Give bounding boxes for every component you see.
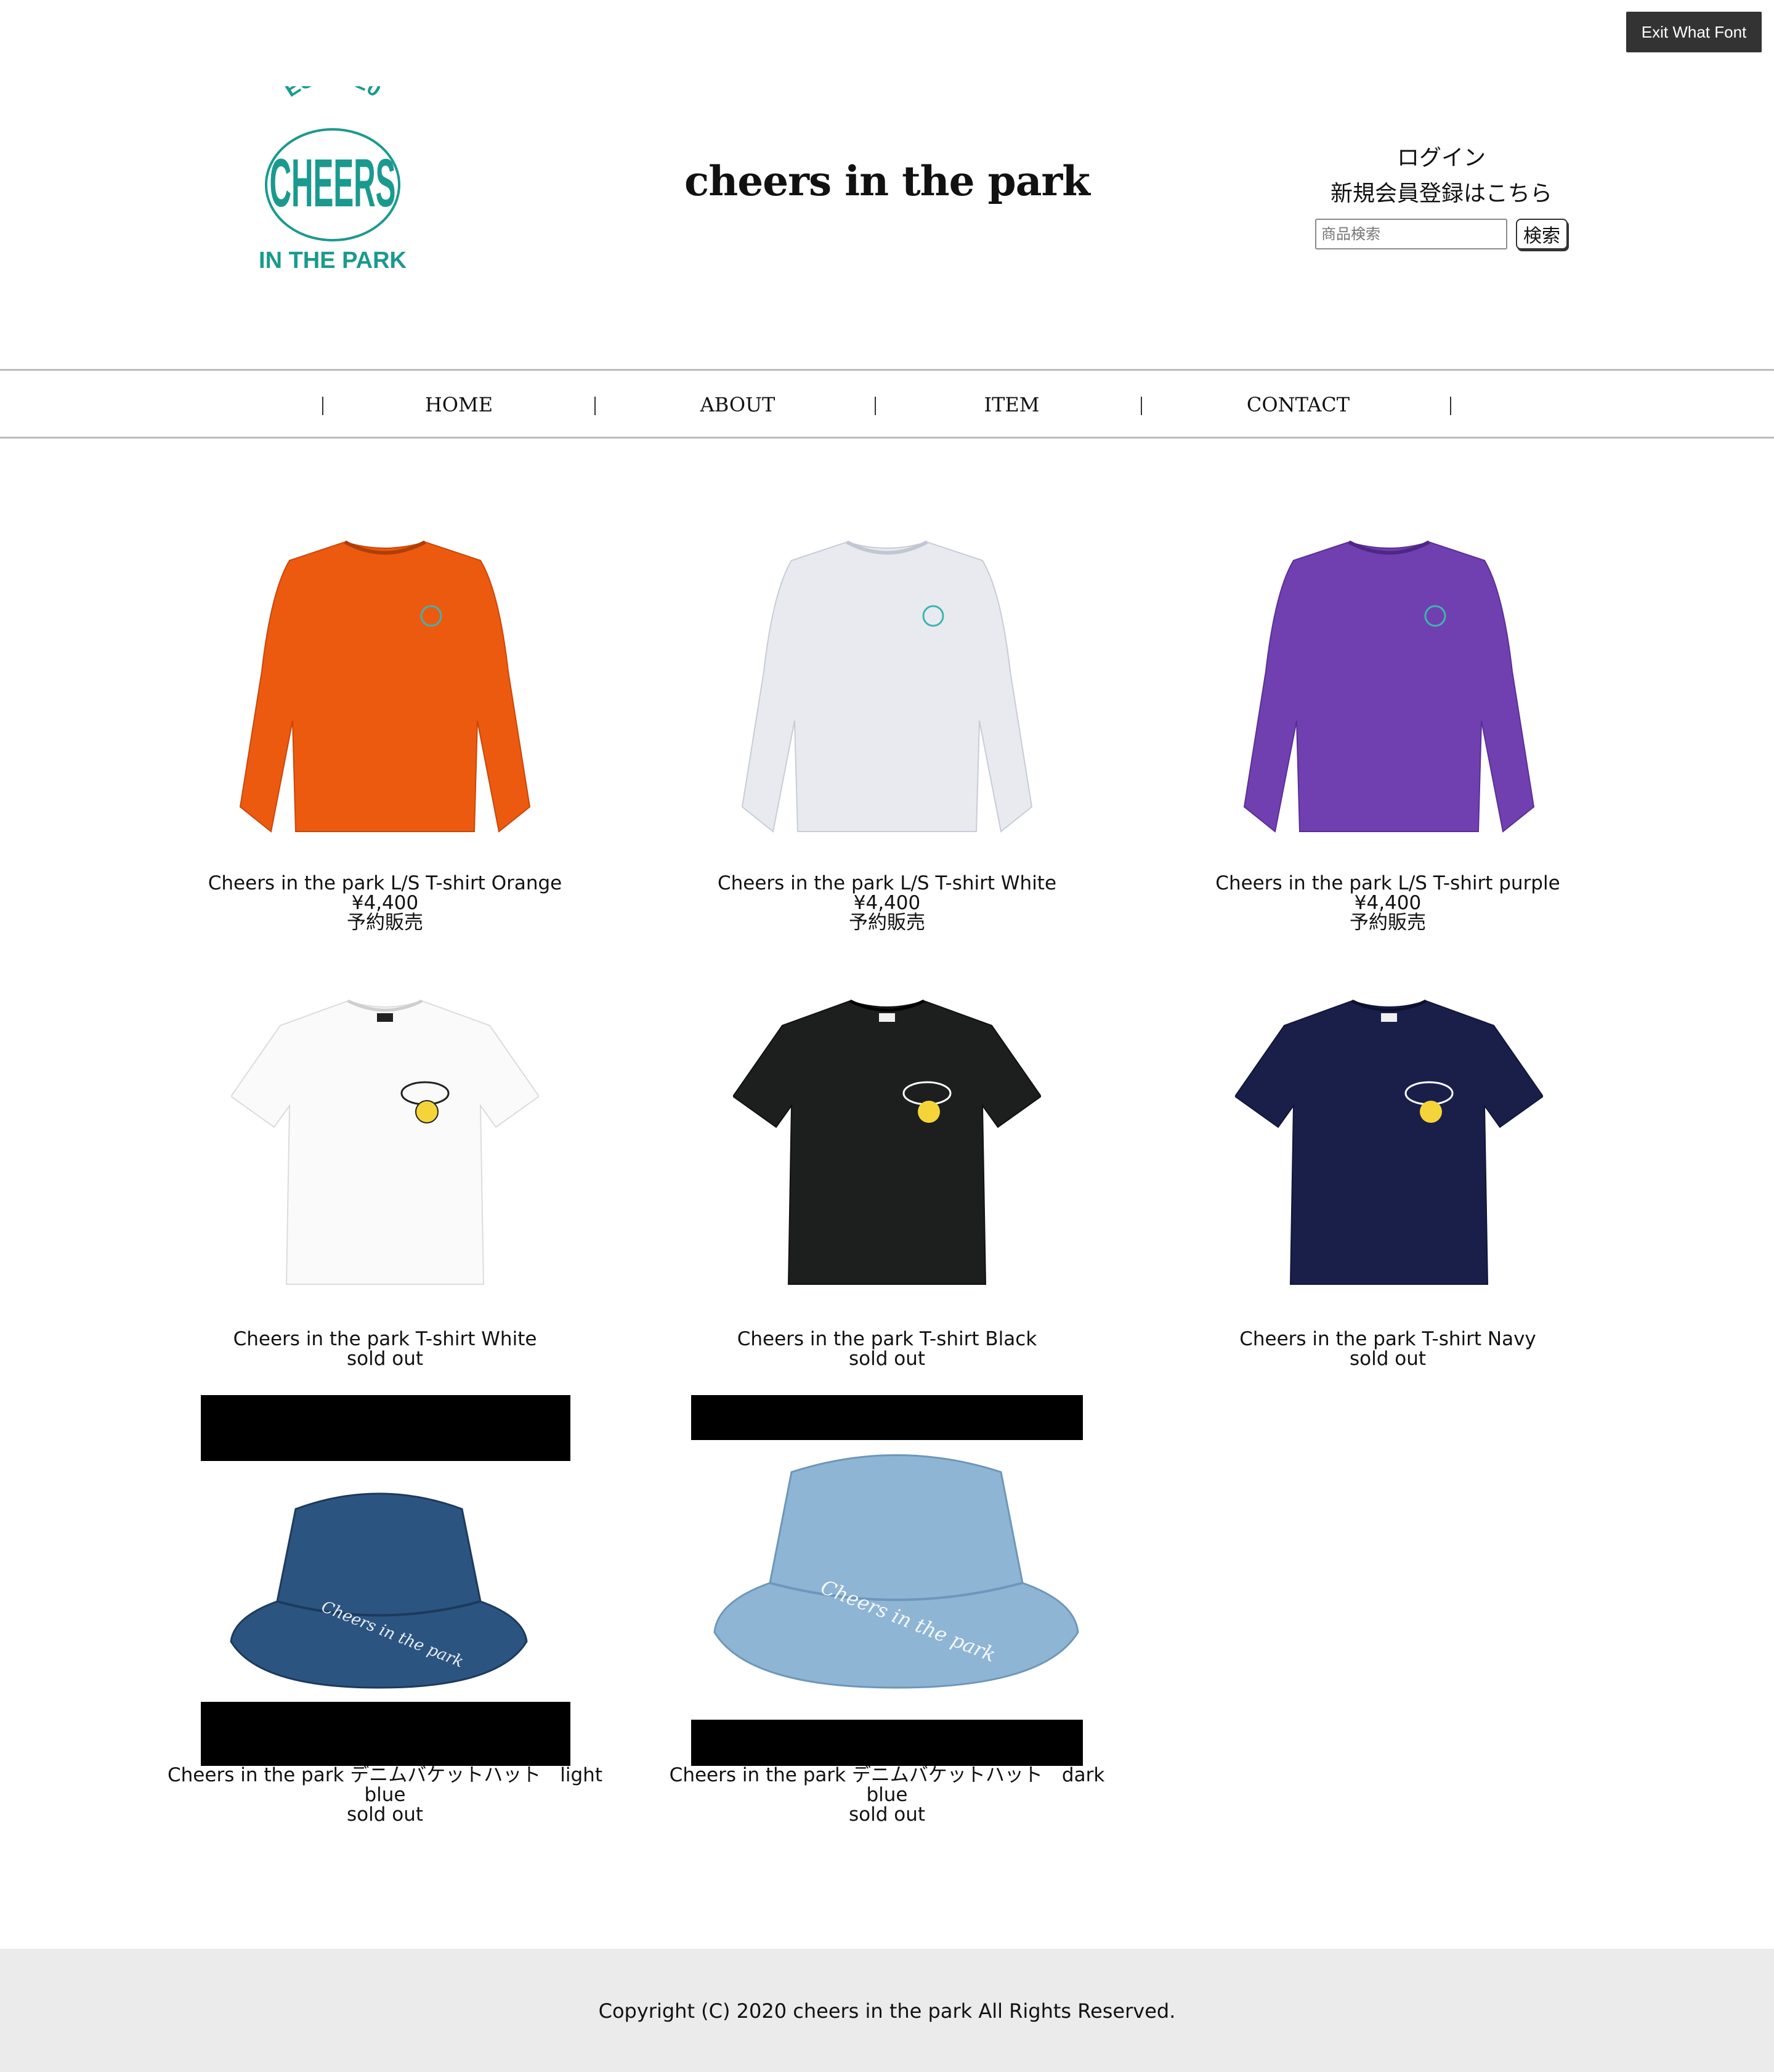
product-status: 予約販売 — [1350, 912, 1426, 934]
product-image-tee-white[interactable] — [231, 995, 539, 1290]
login-link[interactable]: ログイン — [1312, 140, 1571, 176]
register-link[interactable]: 新規会員登録はこちら — [1312, 176, 1571, 212]
redaction-bar — [691, 1395, 1083, 1440]
product-name[interactable]: Cheers in the park L/S T-shirt Orange — [142, 873, 628, 893]
redaction-bar — [201, 1702, 570, 1766]
nav-about[interactable]: ABOUT — [616, 389, 859, 420]
product-card[interactable]: Cheers in the park T-shirt White sold ou… — [142, 1329, 628, 1369]
product-card[interactable]: Cheers in the park T-shirt Navy sold out — [1144, 1329, 1631, 1369]
product-status: 予約販売 — [849, 912, 925, 934]
product-price: ¥4,400 — [1354, 892, 1422, 914]
product-name[interactable]: Cheers in the park T-shirt White — [142, 1329, 628, 1349]
product-image-tee-navy[interactable] — [1235, 995, 1543, 1290]
product-card[interactable]: Cheers in the park L/S T-shirt White ¥4,… — [644, 873, 1130, 933]
nav-divider — [1141, 397, 1142, 415]
logo-bottom-text: IN THE PARK — [259, 248, 407, 273]
search-button[interactable]: 検索 — [1516, 219, 1568, 249]
product-name[interactable]: Cheers in the park デニムバケットハット light — [142, 1765, 628, 1785]
redaction-bar — [201, 1395, 570, 1461]
product-image-hat-denim-light[interactable]: Cheers in the park — [711, 1447, 1081, 1694]
product-status: sold out — [1349, 1348, 1427, 1370]
product-name[interactable]: Cheers in the park L/S T-shirt White — [644, 873, 1130, 893]
product-price: ¥4,400 — [351, 892, 419, 914]
nav-divider — [875, 397, 876, 415]
svg-text:EST.2020: EST.2020 — [280, 86, 385, 102]
site-footer: Copyright (C) 2020 cheers in the park Al… — [0, 1949, 1774, 2072]
product-search: 検索 — [1315, 219, 1574, 253]
product-card[interactable]: Cheers in the park デニムバケットハット light blue… — [142, 1765, 628, 1824]
product-name-cont[interactable]: blue — [142, 1785, 628, 1805]
nav-item[interactable]: ITEM — [893, 389, 1130, 420]
logo-est-text: EST.2020 — [280, 86, 385, 102]
cheers-logo[interactable]: EST.2020 CHEERS IN THE PARK — [240, 86, 425, 283]
product-image-ls-white[interactable] — [736, 536, 1038, 838]
nav-home[interactable]: HOME — [345, 389, 573, 420]
redaction-bar — [691, 1720, 1083, 1766]
copyright-text: Copyright (C) 2020 cheers in the park Al… — [598, 1999, 1176, 2023]
product-name[interactable]: Cheers in the park T-shirt Black — [644, 1329, 1130, 1349]
logo-main-text: CHEERS — [270, 145, 396, 221]
product-name-cont[interactable]: blue — [644, 1785, 1130, 1805]
product-card[interactable]: Cheers in the park L/S T-shirt purple ¥4… — [1144, 873, 1631, 933]
nav-contact[interactable]: CONTACT — [1158, 389, 1438, 420]
product-name[interactable]: Cheers in the park L/S T-shirt purple — [1144, 873, 1631, 893]
product-status: sold out — [848, 1348, 926, 1370]
product-name[interactable]: Cheers in the park T-shirt Navy — [1144, 1329, 1631, 1349]
product-card[interactable]: Cheers in the park L/S T-shirt Orange ¥4… — [142, 873, 628, 933]
product-status: sold out — [848, 1803, 926, 1826]
nav-divider — [1450, 397, 1451, 415]
product-status: 予約販売 — [347, 912, 423, 934]
product-image-hat-denim-dark[interactable]: Cheers in the park — [228, 1484, 530, 1694]
product-status: sold out — [346, 1348, 424, 1370]
main-nav: HOME ABOUT ITEM CONTACT — [0, 369, 1774, 439]
nav-divider — [594, 397, 596, 415]
product-card[interactable]: Cheers in the park デニムバケットハット dark blue … — [644, 1765, 1130, 1824]
product-card[interactable]: Cheers in the park T-shirt Black sold ou… — [644, 1329, 1130, 1369]
product-search-input[interactable] — [1315, 219, 1507, 249]
product-price: ¥4,400 — [853, 892, 921, 914]
product-status: sold out — [346, 1803, 424, 1826]
account-links: ログイン 新規会員登録はこちら — [1312, 140, 1571, 212]
product-image-ls-purple[interactable] — [1238, 536, 1540, 838]
nav-divider — [322, 397, 323, 415]
product-name[interactable]: Cheers in the park デニムバケットハット dark — [644, 1765, 1130, 1785]
site-header: EST.2020 CHEERS IN THE PARK cheers in th… — [0, 0, 1774, 370]
product-image-tee-black[interactable] — [733, 995, 1041, 1290]
product-image-ls-orange[interactable] — [234, 536, 536, 838]
site-title: cheers in the park — [684, 157, 1090, 205]
